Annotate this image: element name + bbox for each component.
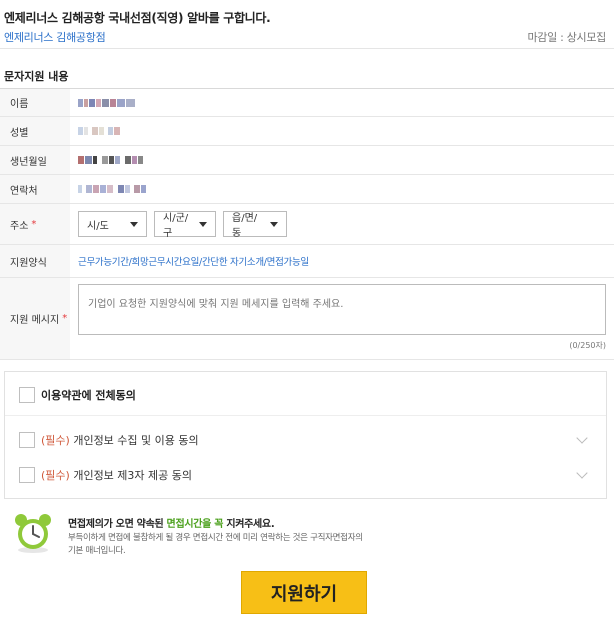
contact-row: 연락처 — [0, 175, 614, 204]
message-cell: (0/250자) — [70, 278, 614, 359]
name-row: 이름 — [0, 89, 614, 117]
all-agree-checkbox[interactable] — [19, 387, 35, 403]
address-label-text: 주소 — [10, 220, 29, 232]
job-title: 엔제리너스 김해공항 국내선점(직영) 알바를 구합니다. — [4, 11, 271, 25]
caret-down-icon — [270, 221, 278, 227]
message-input[interactable] — [78, 284, 606, 335]
sido-select-value: 시/도 — [87, 220, 109, 232]
caret-down-icon — [199, 221, 207, 227]
gender-row: 성별 — [0, 117, 614, 146]
address-selects: 시/도 시/군/구 읍/면/동 — [70, 204, 614, 244]
required-mark: * — [31, 218, 37, 230]
third-party-label: (필수) 개인정보 제3자 제공 동의 — [41, 467, 192, 483]
apply-type-label: 지원양식 — [0, 245, 70, 277]
gender-label: 성별 — [0, 117, 70, 145]
terms-divider — [5, 415, 606, 416]
birth-value-redacted — [70, 146, 614, 174]
name-value-redacted — [70, 89, 614, 116]
third-party-text: 개인정보 제3자 제공 동의 — [69, 469, 193, 482]
deadline-text: 마감일 : 상시모집 — [527, 31, 606, 44]
terms-box: 이용약관에 전체동의 (필수) 개인정보 수집 및 이용 동의 (필수) 개인정… — [4, 371, 607, 499]
alarm-clock-icon — [15, 514, 51, 553]
privacy-collect-label: (필수) 개인정보 수집 및 이용 동의 — [41, 432, 199, 448]
term-item-third-party[interactable]: (필수) 개인정보 제3자 제공 동의 — [5, 467, 606, 483]
birth-row: 생년월일 — [0, 146, 614, 175]
all-agree-label: 이용약관에 전체동의 — [41, 389, 136, 402]
eupmyeondong-select-value: 읍/면/동 — [232, 213, 258, 239]
apply-type-value: 근무가능기간/희망근무시간요일/간단한 자기소개/면접가능일 — [78, 257, 309, 268]
submit-button[interactable]: 지원하기 — [241, 571, 367, 614]
notice-description: 부득이하게 면접에 불참하게 될 경우 면접시간 전에 미리 연락하는 것은 구… — [68, 533, 363, 556]
notice-title-highlight: 면접시간을 꼭 — [166, 519, 224, 530]
eupmyeondong-select[interactable]: 읍/면/동 — [223, 211, 287, 239]
sido-select[interactable]: 시/도 — [78, 211, 147, 237]
application-form: 이름 성별 생년월일 연락처 주소* 시/도 시/군/구 읍/면/동 지원양식 — [0, 88, 614, 360]
char-count: (0/250자) — [569, 341, 606, 350]
notice-title: 면접제의가 오면 약속된 면접시간을 꼭 지켜주세요. — [68, 515, 275, 530]
sigungu-select[interactable]: 시/군/구 — [154, 211, 216, 239]
birth-label: 생년월일 — [0, 146, 70, 174]
term-all-agree[interactable]: 이용약관에 전체동의 — [5, 387, 606, 403]
message-row: 지원 메시지* (0/250자) — [0, 278, 614, 360]
chevron-down-icon[interactable] — [576, 467, 588, 479]
privacy-collect-checkbox[interactable] — [19, 432, 35, 448]
message-label: 지원 메시지 * — [0, 278, 70, 359]
third-party-checkbox[interactable] — [19, 467, 35, 483]
name-label: 이름 — [0, 89, 70, 116]
section-title: 문자지원 내용 — [4, 70, 69, 83]
address-row: 주소 * 시/도 시/군/구 읍/면/동 — [0, 204, 614, 245]
required-tag: (필수) — [41, 469, 70, 482]
address-label: 주소 * — [0, 204, 70, 244]
caret-down-icon — [130, 221, 138, 227]
sigungu-select-value: 시/군/구 — [163, 213, 189, 239]
apply-type-row: 지원양식 근무가능기간/희망근무시간요일/간단한 자기소개/면접가능일 — [0, 245, 614, 278]
required-tag: (필수) — [41, 434, 70, 447]
privacy-collect-text: 개인정보 수집 및 이용 동의 — [69, 434, 199, 447]
contact-label: 연락처 — [0, 175, 70, 203]
notice-title-part: 면접제의가 오면 약속된 — [68, 519, 167, 530]
apply-type-value-cell: 근무가능기간/희망근무시간요일/간단한 자기소개/면접가능일 — [70, 245, 614, 277]
message-label-text: 지원 메시지 — [10, 315, 60, 326]
notice-title-part: 지켜주세요. — [223, 519, 275, 530]
contact-value-redacted — [70, 175, 614, 203]
term-item-privacy-collect[interactable]: (필수) 개인정보 수집 및 이용 동의 — [5, 432, 606, 448]
required-mark: * — [62, 313, 68, 324]
chevron-down-icon[interactable] — [576, 432, 588, 444]
gender-value-redacted — [70, 117, 614, 145]
header-divider — [0, 48, 614, 49]
company-link[interactable]: 엔제리너스 김해공항점 — [4, 29, 106, 45]
